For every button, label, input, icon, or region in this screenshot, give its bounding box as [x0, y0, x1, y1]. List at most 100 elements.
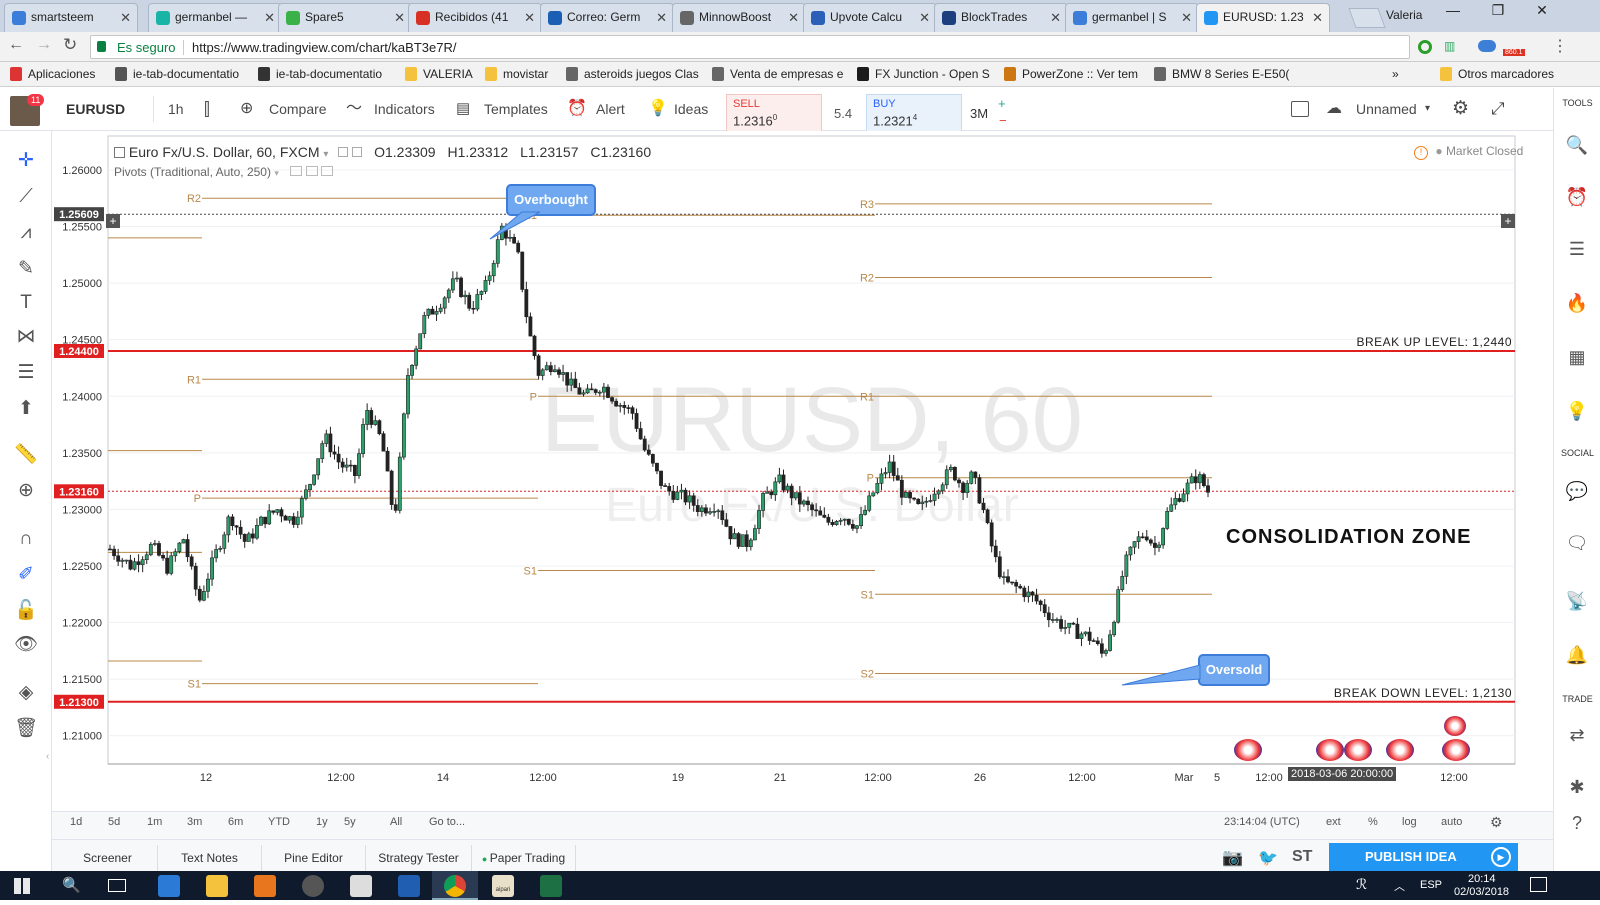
arrow-up-icon[interactable]: ⬆ [12, 395, 40, 423]
tab-close-icon[interactable]: ✕ [394, 4, 405, 31]
alert-button[interactable]: Alert [596, 88, 625, 130]
fib-icon[interactable]: ⩘ [12, 219, 40, 247]
economic-event-flag-icon[interactable] [1344, 739, 1372, 761]
extension-badge[interactable]: 860.1 [1503, 49, 1525, 56]
edge-icon[interactable] [158, 875, 180, 897]
date-range-button[interactable]: 1d [70, 816, 82, 828]
date-range-button[interactable]: 3m [187, 816, 202, 828]
twitter-icon[interactable]: 🐦 [1258, 848, 1278, 868]
tab-close-icon[interactable]: ✕ [919, 4, 930, 31]
indicator-chevron-icon[interactable]: ▾ [274, 168, 279, 178]
bookmark-item[interactable]: movistar [485, 67, 548, 81]
date-range-button[interactable]: 1m [147, 816, 162, 828]
extension-cloud-icon[interactable] [1478, 40, 1496, 52]
windows-start-icon[interactable] [14, 878, 30, 894]
excel-icon[interactable] [540, 875, 562, 897]
profile-name[interactable]: Valeria [1386, 8, 1422, 22]
qty-plus-button[interactable]: + [998, 96, 1006, 111]
ext-toggle[interactable]: ext [1326, 816, 1341, 828]
legend-close-icon[interactable] [352, 147, 363, 157]
more-bookmarks-button[interactable]: » [1392, 67, 1399, 81]
browser-tab[interactable]: Correo: Germ ✕ [540, 3, 674, 32]
templates-button[interactable]: Templates [484, 88, 548, 130]
oversold-callout[interactable]: Oversold [1198, 654, 1270, 686]
bottom-panel-tab[interactable]: Text Notes [158, 845, 262, 872]
economic-event-flag-icon[interactable] [1386, 739, 1414, 761]
bookmark-item[interactable]: FX Junction - Open S [857, 67, 990, 81]
bottom-settings-icon[interactable]: ⚙ [1490, 814, 1503, 831]
publish-play-icon[interactable]: ▶ [1491, 847, 1511, 867]
bookmark-item[interactable]: BMW 8 Series E-E50( [1154, 67, 1289, 81]
chart-type-icon[interactable]: ⫿ [204, 88, 210, 130]
alarm-icon[interactable]: ⏰ [1562, 182, 1592, 212]
date-range-button[interactable]: 6m [228, 816, 243, 828]
tab-close-icon[interactable]: ✕ [120, 4, 131, 31]
bookmark-item[interactable]: VALERIA [405, 67, 473, 81]
economic-event-flag-icon[interactable] [1444, 716, 1466, 736]
store-icon[interactable] [350, 875, 372, 897]
browser-tab[interactable]: germanbel | S ✕ [1065, 3, 1199, 32]
camera-icon[interactable]: 📷 [1222, 848, 1243, 868]
brush-icon[interactable]: ✎ [12, 255, 40, 283]
settings-gear-icon[interactable]: ⚙ [1452, 88, 1469, 130]
legend-settings-icon[interactable] [338, 147, 349, 157]
legend-chevron-icon[interactable]: ▾ [323, 149, 328, 160]
economic-event-flag-icon[interactable] [1234, 739, 1262, 761]
qty-minus-button[interactable]: − [999, 113, 1007, 128]
date-range-button[interactable]: All [390, 816, 402, 828]
back-icon[interactable]: ← [8, 36, 24, 54]
browser-tab[interactable]: Spare5 ✕ [278, 3, 412, 32]
bottom-panel-tab[interactable]: Pine Editor [262, 845, 366, 872]
tab-close-icon[interactable]: ✕ [1050, 4, 1061, 31]
compare-button[interactable]: Compare [269, 88, 327, 130]
indicator-eye-icon[interactable] [290, 166, 303, 176]
layout-chevron-icon[interactable]: ▾ [1425, 88, 1430, 130]
media-player-icon[interactable] [254, 875, 276, 897]
browser-tab[interactable]: Upvote Calcu ✕ [803, 3, 937, 32]
indicator-legend[interactable]: Pivots (Traditional, Auto, 250) ▾ [114, 165, 333, 179]
notifications-icon[interactable]: 🔔 [1562, 640, 1592, 670]
ideas-button[interactable]: Ideas [674, 88, 708, 130]
publish-idea-button[interactable]: PUBLISH IDEA [1329, 843, 1518, 871]
tray-chevron-icon[interactable]: ︿ [1394, 878, 1405, 894]
bookmark-item[interactable]: Otros marcadores [1440, 67, 1554, 81]
chrome-icon[interactable] [444, 875, 466, 897]
chat-icon[interactable]: 💬 [1562, 476, 1592, 506]
browser-tab[interactable]: Recibidos (41 ✕ [408, 3, 542, 32]
action-center-icon[interactable] [1530, 877, 1547, 892]
browser-tab[interactable]: EURUSD: 1.23 ✕ [1196, 3, 1330, 32]
extension-green-icon[interactable] [1418, 40, 1432, 54]
buy-panel[interactable]: BUY 1.23214 [866, 94, 962, 132]
language-indicator[interactable]: ESP [1420, 879, 1442, 891]
add-alert-plus-icon[interactable]: + [106, 214, 120, 228]
price-chart[interactable]: EURUSD, 60Euro Fx/U.S. Dollar R2R1PS1R1P… [52, 131, 1553, 811]
help-icon[interactable]: ? [1562, 808, 1592, 838]
bug-icon[interactable]: ✱ [1562, 772, 1592, 802]
percent-toggle[interactable]: % [1368, 816, 1378, 828]
date-range-button[interactable]: YTD [268, 816, 290, 828]
checkmark-app-icon[interactable] [398, 875, 420, 897]
bookmark-item[interactable]: PowerZone :: Ver tem [1004, 67, 1138, 81]
indicator-close-icon[interactable] [320, 166, 333, 176]
private-chat-icon[interactable]: 🗨 [1562, 528, 1592, 558]
ideas-bulb-icon[interactable]: 💡 [1562, 396, 1592, 426]
tab-close-icon[interactable]: ✕ [524, 4, 535, 31]
menu-icon[interactable]: ⋮ [1552, 36, 1568, 56]
add-alert-plus-icon[interactable]: + [1501, 214, 1515, 228]
clock-time[interactable]: 20:14 [1468, 873, 1496, 885]
date-range-button[interactable]: 5d [108, 816, 120, 828]
people-icon[interactable]: ℛ [1356, 876, 1367, 893]
legend-checkbox-icon[interactable] [114, 147, 125, 158]
ruler-icon[interactable]: 📏 [12, 441, 40, 469]
chart-area[interactable]: EURUSD, 60Euro Fx/U.S. Dollar R2R1PS1R1P… [46, 131, 1553, 811]
extension-chart-icon[interactable]: ▥ [1444, 39, 1460, 55]
economic-event-flag-icon[interactable] [1316, 739, 1344, 761]
tab-close-icon[interactable]: ✕ [656, 4, 667, 31]
layers-icon[interactable]: ◈ [12, 679, 40, 707]
pattern-icon[interactable]: ⋈ [12, 323, 40, 351]
browser-tab[interactable]: germanbel — ✕ [148, 3, 282, 32]
reload-icon[interactable]: ↻ [63, 35, 77, 55]
text-icon[interactable]: T [12, 289, 40, 317]
tab-close-icon[interactable]: ✕ [1312, 4, 1323, 31]
collapse-handle-icon[interactable]: ‹ [46, 751, 54, 771]
